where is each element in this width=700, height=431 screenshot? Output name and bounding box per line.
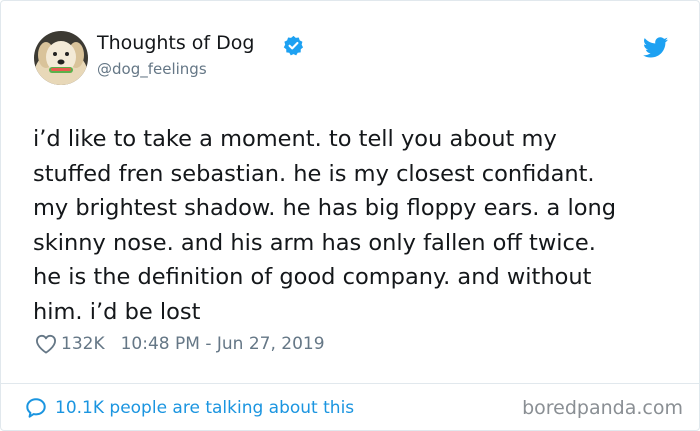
- conversation-label: 10.1K people are talking about this: [55, 398, 355, 418]
- speech-bubble-icon: [26, 398, 46, 418]
- twitter-bird-icon[interactable]: [643, 37, 668, 58]
- dog-avatar-icon: [34, 31, 88, 85]
- tweet-text-line: skinny nose. and his arm has only fallen…: [33, 229, 596, 256]
- timestamp[interactable]: 10:48 PM - Jun 27, 2019: [121, 334, 325, 354]
- tweet-meta: 132K 10:48 PM - Jun 27, 2019: [35, 332, 325, 356]
- display-name[interactable]: Thoughts of Dog: [97, 32, 254, 54]
- like-count[interactable]: 132K: [61, 334, 105, 354]
- tweet-text-line: i’d like to take a moment. to tell you a…: [33, 126, 557, 152]
- watermark: boredpanda.com: [522, 397, 683, 419]
- avatar[interactable]: [34, 31, 88, 85]
- tweet-text-line: him. i’d be lost: [33, 298, 201, 325]
- conversation-link[interactable]: 10.1K people are talking about this: [25, 395, 354, 421]
- divider: [1, 383, 699, 384]
- tweet-text-line: stuffed fren sebastian. he is my closest…: [33, 160, 595, 187]
- tweet-card: Thoughts of Dog @dog_feelings i’d like t…: [0, 0, 700, 431]
- heart-icon[interactable]: [35, 334, 57, 354]
- tweet-text-line: he is the definition of good company. an…: [33, 264, 592, 290]
- tweet-text-line: my brightest shadow. he has big floppy e…: [33, 195, 617, 221]
- user-handle[interactable]: @dog_feelings: [97, 60, 207, 78]
- verified-badge-icon: [283, 35, 304, 56]
- tweet-text: i’d like to take a moment. to tell you a…: [33, 122, 673, 329]
